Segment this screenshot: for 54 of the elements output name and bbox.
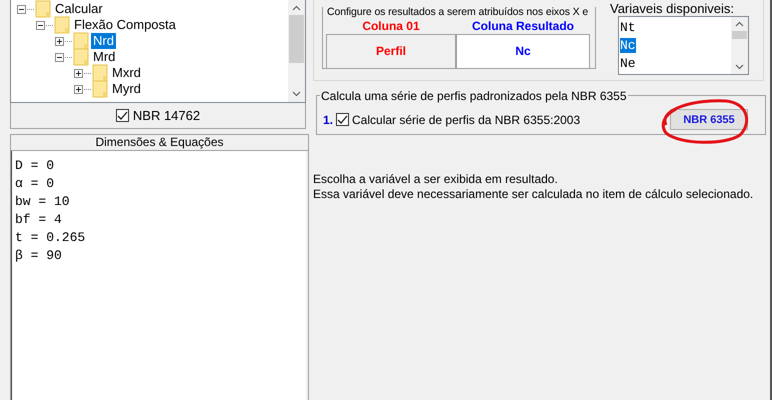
equation-line: bw = 10 (15, 193, 71, 211)
scroll-thumb[interactable] (732, 31, 747, 39)
checkbox[interactable] (116, 109, 129, 122)
scroll-down-icon (735, 64, 744, 70)
expand-icon[interactable] (74, 68, 83, 78)
item-number: 1. (323, 112, 334, 126)
scroll-up-icon (735, 21, 744, 27)
check-icon (337, 114, 348, 125)
scrollbar[interactable] (288, 0, 305, 102)
hint-text: Essa variável deve necessariamente ser calculada no item de cálculo selecionado. (313, 187, 754, 202)
expand-icon[interactable] (74, 84, 83, 94)
collapse-icon[interactable] (36, 20, 45, 30)
folder-icon (54, 16, 70, 34)
list-item[interactable]: Nc (620, 38, 636, 52)
variables-list[interactable]: Nt Nc Ne (618, 16, 749, 75)
collapse-icon[interactable] (17, 4, 26, 14)
column-header: Coluna Resultado (470, 19, 575, 34)
list-item[interactable]: Ne (620, 56, 636, 70)
equation-line: β = 90 (15, 247, 63, 265)
folder-icon (92, 80, 108, 98)
tree-item[interactable]: Mrd (91, 49, 118, 65)
equation-line: α = 0 (15, 175, 56, 193)
equation-line: D = 0 (15, 157, 56, 175)
scroll-down-icon (292, 91, 301, 97)
group-title: Configure os resultados a serem atribuídos nos eixos X e (326, 6, 590, 18)
folder-icon (35, 0, 51, 18)
checkbox-label: Calcular série de perfis da NBR 6355:2003 (352, 112, 580, 126)
list-label: Variaveis disponiveis: (610, 1, 736, 16)
tree-item[interactable]: Nrd (91, 33, 116, 49)
tree-item[interactable]: Calcular (53, 1, 105, 17)
equation-line: t = 0.265 (15, 229, 86, 247)
column-header: Coluna 01 (361, 19, 421, 34)
list-item[interactable]: Nt (620, 20, 636, 34)
column-cell[interactable]: Nc (456, 34, 590, 69)
nbr-6355-button[interactable]: NBR 6355 (670, 109, 748, 130)
scrollbar[interactable] (731, 17, 748, 74)
folder-icon (73, 32, 89, 50)
folder-icon (73, 48, 89, 66)
scroll-thumb[interactable] (289, 15, 304, 63)
checkbox[interactable] (336, 113, 350, 126)
tree-item[interactable]: Flexão Composta (72, 17, 178, 33)
equations-text-area[interactable]: D = 0 α = 0 bw = 10 bf = 4 t = 0.265 β = 90 (11, 151, 306, 400)
scroll-up-icon (292, 5, 301, 11)
hint-text: Escolha a variável a ser exibida em resultado. (313, 172, 559, 187)
collapse-icon[interactable] (55, 52, 64, 62)
equation-line: bf = 4 (15, 211, 63, 229)
checkbox-label: NBR 14762 (132, 108, 200, 123)
folder-icon (92, 64, 108, 82)
column-cell[interactable]: Perfil (326, 34, 456, 69)
group-title: Calcula uma série de perfis padronizados pela NBR 6355 (320, 89, 628, 103)
expand-icon[interactable] (55, 36, 64, 46)
tree-item[interactable]: Mxrd (110, 65, 143, 81)
check-icon (116, 110, 128, 121)
tree-item[interactable]: Myrd (110, 81, 143, 97)
